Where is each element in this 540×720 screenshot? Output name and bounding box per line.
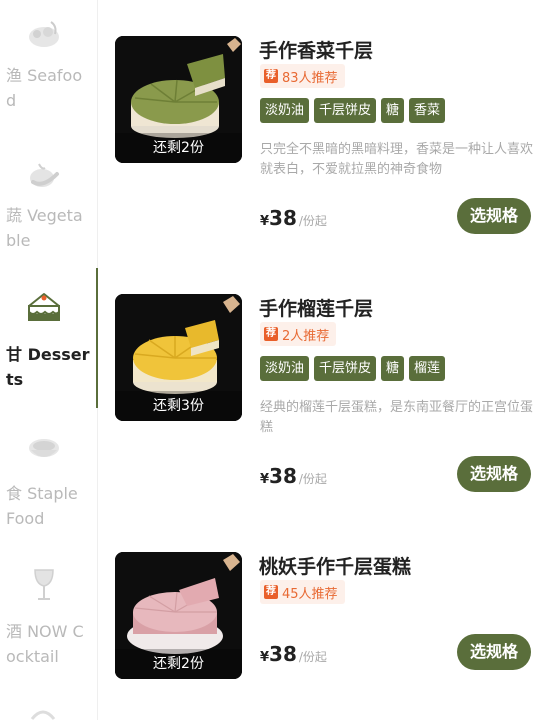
product-image[interactable]: 还剩2份 [115,552,242,679]
product-name: 桃妖手作千层蛋糕 [259,556,412,578]
recommend-count: 83人推荐 [282,70,338,86]
product-image[interactable]: 还剩2份 [115,36,242,163]
ingredient-tag: 榴莲 [409,356,446,381]
ingredient-tag: 糖 [381,98,405,123]
sidebar-item-label: 渔 Seafood [6,66,83,110]
price-value: 38 [269,642,297,666]
sidebar-item-label: 甘 Desserts [6,345,90,389]
recommend-badge: 荐 2人推荐 [260,322,337,346]
price-unit: /份起 [298,214,327,228]
price-unit: /份起 [298,472,327,486]
category-sidebar: 渔 Seafood 蔬 Vegetable 甘 Desserts 食 Stapl… [0,0,98,720]
product-name: 手作香菜千层 [259,40,374,62]
ingredient-tag: 千层饼皮 [314,356,377,381]
ingredient-tag: 糖 [381,356,405,381]
seafood-icon [25,16,63,50]
product-image[interactable]: 还剩3份 [115,294,242,421]
recommend-badge: 荐 45人推荐 [260,580,345,604]
price: ¥ 38 /份起 [260,642,327,666]
product-card[interactable]: 还剩2份 桃妖手作千层蛋糕 荐 45人推荐 ¥ 38 /份起 选规格 [115,552,535,712]
sidebar-item-label: 蔬 Vegetable [6,206,83,250]
ingredient-tag: 千层饼皮 [314,98,377,123]
price: ¥ 38 /份起 [260,464,327,488]
recommend-icon: 荐 [264,585,278,599]
currency-symbol: ¥ [260,214,270,229]
product-description: 只完全不黑暗的黑暗料理，香菜是一种让人喜欢就表白，不爱就拉黑的神奇食物 [260,142,534,177]
next-category-icon [28,706,58,720]
vegetable-icon [25,156,63,190]
ingredient-tags: 淡奶油 千层饼皮 糖 榴莲 [260,356,446,381]
product-description: 经典的榴莲千层蛋糕，是东南亚餐厅的正宫位蛋糕 [260,400,534,435]
recommend-count: 2人推荐 [282,328,330,344]
ingredient-tag: 淡奶油 [260,356,310,381]
select-spec-button[interactable]: 选规格 [457,634,531,670]
stock-label: 还剩3份 [115,391,242,421]
select-spec-button[interactable]: 选规格 [457,456,531,492]
recommend-icon: 荐 [264,69,278,83]
price-value: 38 [269,206,297,230]
product-card[interactable]: 还剩2份 手作香菜千层 荐 83人推荐 淡奶油 千层饼皮 糖 香菜 只完全不黑暗… [115,36,535,234]
recommend-badge: 荐 83人推荐 [260,64,345,88]
stock-label: 还剩2份 [115,133,242,163]
select-spec-button[interactable]: 选规格 [457,198,531,234]
sidebar-item-label: 酒 NOW Cocktail [6,622,84,666]
price-unit: /份起 [298,650,327,664]
price: ¥ 38 /份起 [260,206,327,230]
price-value: 38 [269,464,297,488]
currency-symbol: ¥ [260,650,270,665]
ingredient-tag: 淡奶油 [260,98,310,123]
product-card[interactable]: 还剩3份 手作榴莲千层 荐 2人推荐 淡奶油 千层饼皮 糖 榴莲 经典的榴莲千层… [115,294,535,492]
ingredient-tag: 香菜 [409,98,446,123]
stock-label: 还剩2份 [115,649,242,679]
active-indicator [96,268,98,408]
bowl-icon [25,432,63,466]
currency-symbol: ¥ [260,472,270,487]
sidebar-item-label: 食 Staple Food [6,484,78,528]
product-name: 手作榴莲千层 [259,298,374,320]
recommend-count: 45人推荐 [282,586,338,602]
wine-glass-icon [25,568,63,602]
cake-icon [25,290,63,324]
ingredient-tags: 淡奶油 千层饼皮 糖 香菜 [260,98,446,123]
recommend-icon: 荐 [264,327,278,341]
